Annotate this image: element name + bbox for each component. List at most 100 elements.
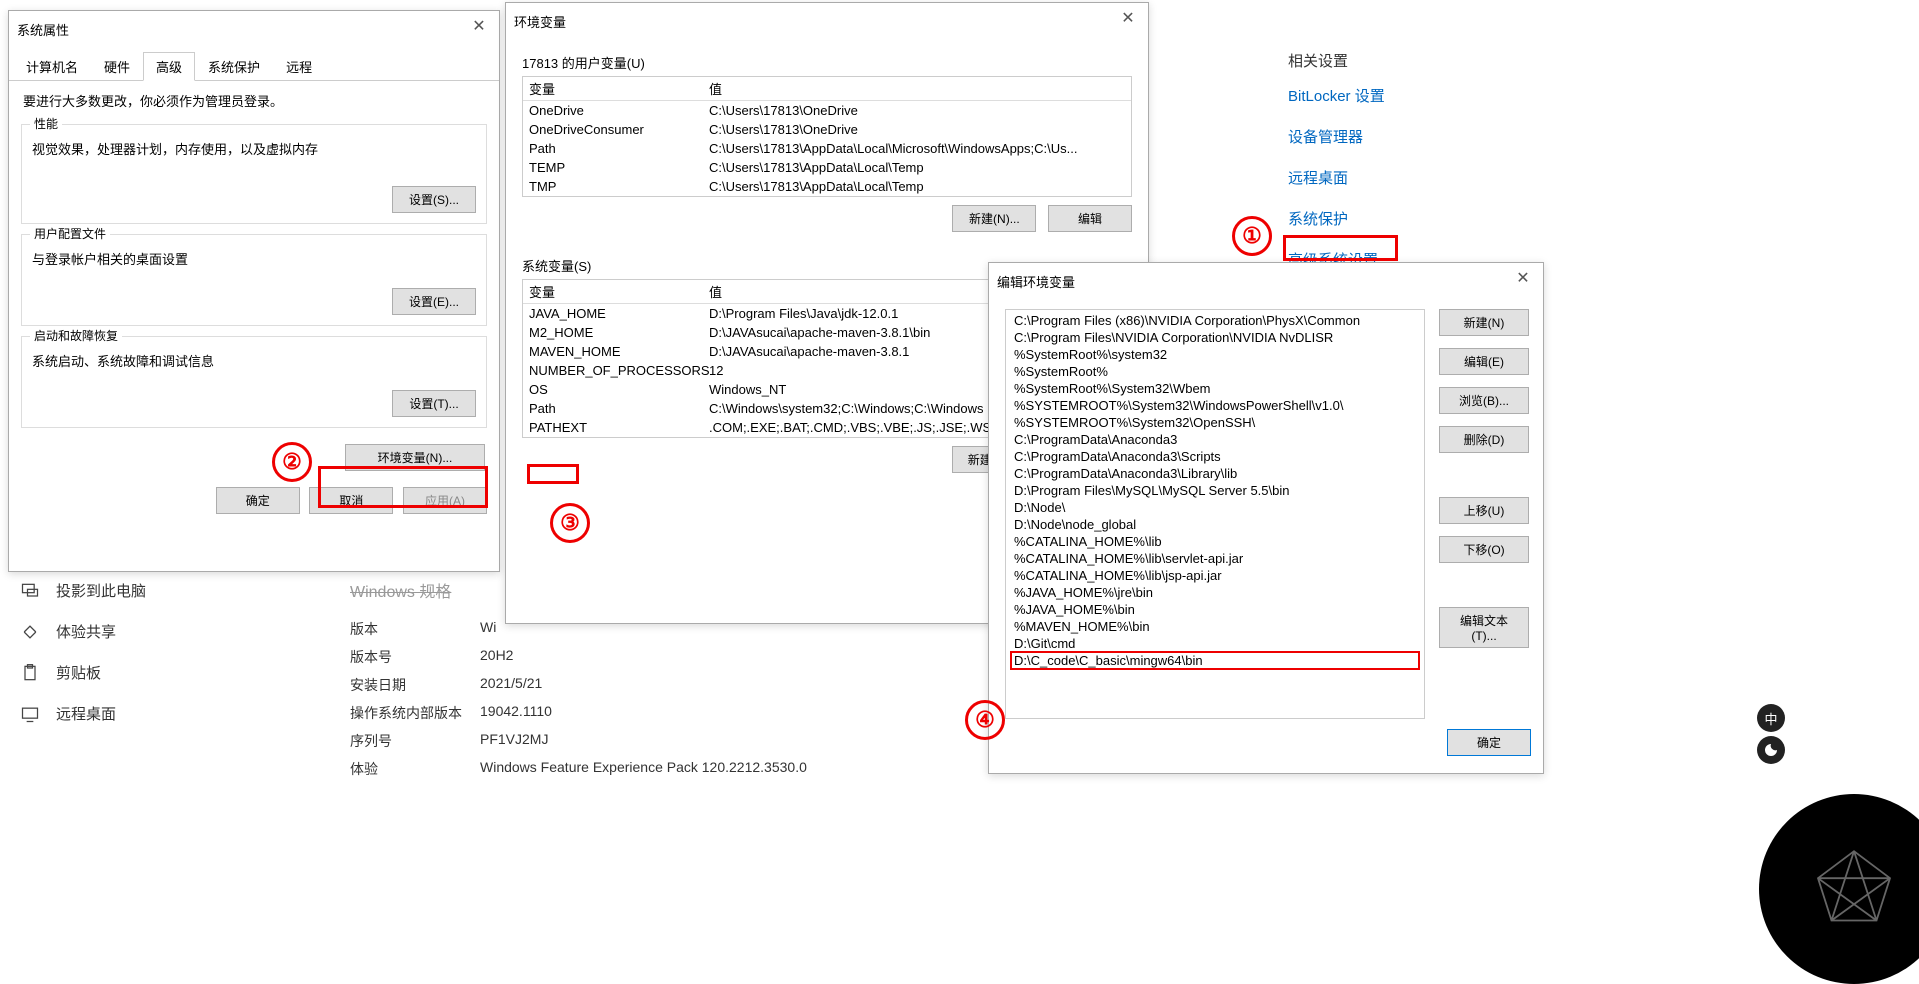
tab-0[interactable]: 计算机名: [13, 52, 91, 81]
annotation-box-3: [527, 464, 579, 484]
related-header: 相关设置: [1288, 50, 1385, 71]
annotation-3: ③: [550, 503, 590, 543]
table-row[interactable]: TMPC:\Users\17813\AppData\Local\Temp: [523, 177, 1131, 196]
tabs: 计算机名硬件高级系统保护远程: [9, 51, 499, 81]
group-desc: 与登录帐户相关的桌面设置: [32, 243, 476, 282]
tab-2[interactable]: 高级: [143, 52, 195, 81]
list-item[interactable]: D:\Program Files\MySQL\MySQL Server 5.5\…: [1006, 482, 1424, 499]
list-item[interactable]: %SYSTEMROOT%\System32\OpenSSH\: [1006, 414, 1424, 431]
nav-label: 投影到此电脑: [56, 580, 146, 601]
spec-row: 版本号20H2: [350, 643, 807, 671]
spec-row: 序列号PF1VJ2MJ: [350, 727, 807, 755]
group-userprofile: 用户配置文件 与登录帐户相关的桌面设置 设置(E)...: [21, 234, 487, 326]
close-icon[interactable]: [1511, 269, 1535, 293]
user-vars-table[interactable]: 变量值 OneDriveC:\Users\17813\OneDriveOneDr…: [522, 76, 1132, 197]
close-icon[interactable]: [467, 17, 491, 41]
ok-button[interactable]: 确定: [216, 487, 300, 514]
settings-button-e[interactable]: 设置(E)...: [392, 288, 476, 315]
link-sysprotect[interactable]: 系统保护: [1288, 208, 1385, 229]
link-remote[interactable]: 远程桌面: [1288, 167, 1385, 188]
edit-user-button[interactable]: 编辑: [1048, 205, 1132, 232]
spec-row: 操作系统内部版本19042.1110: [350, 699, 807, 727]
link-devmgr[interactable]: 设备管理器: [1288, 126, 1385, 147]
path-list[interactable]: C:\Program Files (x86)\NVIDIA Corporatio…: [1005, 309, 1425, 719]
browse-button[interactable]: 浏览(B)...: [1439, 387, 1529, 414]
list-item[interactable]: C:\ProgramData\Anaconda3: [1006, 431, 1424, 448]
project-icon: [20, 581, 40, 601]
table-row[interactable]: TEMPC:\Users\17813\AppData\Local\Temp: [523, 158, 1131, 177]
annotation-box-1: [1283, 235, 1398, 261]
nav-label: 远程桌面: [56, 703, 116, 724]
list-item[interactable]: %SYSTEMROOT%\System32\WindowsPowerShell\…: [1006, 397, 1424, 414]
tab-1[interactable]: 硬件: [91, 52, 143, 81]
list-item[interactable]: %CATALINA_HOME%\lib: [1006, 533, 1424, 550]
nav-project[interactable]: 投影到此电脑: [0, 570, 340, 611]
list-item[interactable]: %JAVA_HOME%\jre\bin: [1006, 584, 1424, 601]
edit-button[interactable]: 编辑(E): [1439, 348, 1529, 375]
dialog-title: 环境变量: [514, 12, 566, 31]
list-item[interactable]: %SystemRoot%\System32\Wbem: [1006, 380, 1424, 397]
remote-icon: [20, 704, 40, 724]
settings-button-s[interactable]: 设置(S)...: [392, 186, 476, 213]
col-header-var: 变量: [529, 79, 709, 98]
group-label: 启动和故障恢复: [30, 327, 122, 344]
col-header-var: 变量: [529, 282, 709, 301]
nav-share[interactable]: 体验共享: [0, 611, 340, 652]
list-item[interactable]: %SystemRoot%: [1006, 363, 1424, 380]
windows-spec: 版本Wi版本号20H2安装日期2021/5/21操作系统内部版本19042.11…: [350, 615, 807, 783]
list-item[interactable]: %CATALINA_HOME%\lib\jsp-api.jar: [1006, 567, 1424, 584]
list-item[interactable]: %CATALINA_HOME%\lib\servlet-api.jar: [1006, 550, 1424, 567]
list-item[interactable]: C:\Program Files (x86)\NVIDIA Corporatio…: [1006, 312, 1424, 329]
nav-clipboard[interactable]: 剪贴板: [0, 652, 340, 693]
movedown-button[interactable]: 下移(O): [1439, 536, 1529, 563]
annotation-1: ①: [1232, 216, 1272, 256]
group-performance: 性能 视觉效果，处理器计划，内存使用，以及虚拟内存 设置(S)...: [21, 124, 487, 224]
admin-notice: 要进行大多数更改，你必须作为管理员登录。: [9, 81, 499, 114]
dialog-title: 系统属性: [17, 20, 69, 39]
list-item[interactable]: D:\Node\: [1006, 499, 1424, 516]
group-startup: 启动和故障恢复 系统启动、系统故障和调试信息 设置(T)...: [21, 336, 487, 428]
table-row[interactable]: PathC:\Users\17813\AppData\Local\Microso…: [523, 139, 1131, 158]
new-user-button[interactable]: 新建(N)...: [952, 205, 1036, 232]
group-desc: 系统启动、系统故障和调试信息: [32, 345, 476, 384]
nav-label: 剪贴板: [56, 662, 101, 683]
edit-path-dialog: 编辑环境变量 C:\Program Files (x86)\NVIDIA Cor…: [988, 262, 1544, 774]
list-item[interactable]: %JAVA_HOME%\bin: [1006, 601, 1424, 618]
delete-button[interactable]: 删除(D): [1439, 426, 1529, 453]
moveup-button[interactable]: 上移(U): [1439, 497, 1529, 524]
list-item[interactable]: D:\Node\node_global: [1006, 516, 1424, 533]
nav-remote[interactable]: 远程桌面: [0, 693, 340, 734]
nav-label: 体验共享: [56, 621, 116, 642]
spec-row: 体验Windows Feature Experience Pack 120.22…: [350, 755, 807, 783]
tab-4[interactable]: 远程: [273, 52, 325, 81]
list-item[interactable]: C:\ProgramData\Anaconda3\Scripts: [1006, 448, 1424, 465]
group-label: 性能: [30, 115, 62, 132]
dialog-title: 编辑环境变量: [997, 272, 1075, 291]
annotation-2: ②: [272, 442, 312, 482]
group-label: 用户配置文件: [30, 225, 110, 242]
link-bitlocker[interactable]: BitLocker 设置: [1288, 85, 1385, 106]
col-header-val: 值: [709, 79, 1125, 98]
edittext-button[interactable]: 编辑文本(T)...: [1439, 607, 1529, 648]
table-row[interactable]: OneDriveC:\Users\17813\OneDrive: [523, 101, 1131, 120]
list-item[interactable]: %SystemRoot%\system32: [1006, 346, 1424, 363]
theme-indicator[interactable]: [1757, 736, 1785, 764]
new-button[interactable]: 新建(N): [1439, 309, 1529, 336]
windows-spec-header: Windows 规格: [350, 578, 451, 602]
close-icon[interactable]: [1116, 9, 1140, 33]
ime-indicator[interactable]: 中: [1757, 704, 1785, 732]
csdn-avatar: [1759, 794, 1919, 984]
spec-row: 安装日期2021/5/21: [350, 671, 807, 699]
list-item[interactable]: %MAVEN_HOME%\bin: [1006, 618, 1424, 635]
list-item[interactable]: D:\Git\cmd: [1006, 635, 1424, 652]
settings-nav: 投影到此电脑 体验共享 剪贴板 远程桌面: [0, 570, 340, 734]
list-item[interactable]: C:\Program Files\NVIDIA Corporation\NVID…: [1006, 329, 1424, 346]
ok-button[interactable]: 确定: [1447, 729, 1531, 756]
settings-button-t[interactable]: 设置(T)...: [392, 390, 476, 417]
annotation-box-2: [318, 466, 488, 508]
list-item[interactable]: C:\ProgramData\Anaconda3\Library\lib: [1006, 465, 1424, 482]
share-icon: [20, 622, 40, 642]
tab-3[interactable]: 系统保护: [195, 52, 273, 81]
list-item[interactable]: D:\C_code\C_basic\mingw64\bin: [1006, 652, 1424, 669]
table-row[interactable]: OneDriveConsumerC:\Users\17813\OneDrive: [523, 120, 1131, 139]
